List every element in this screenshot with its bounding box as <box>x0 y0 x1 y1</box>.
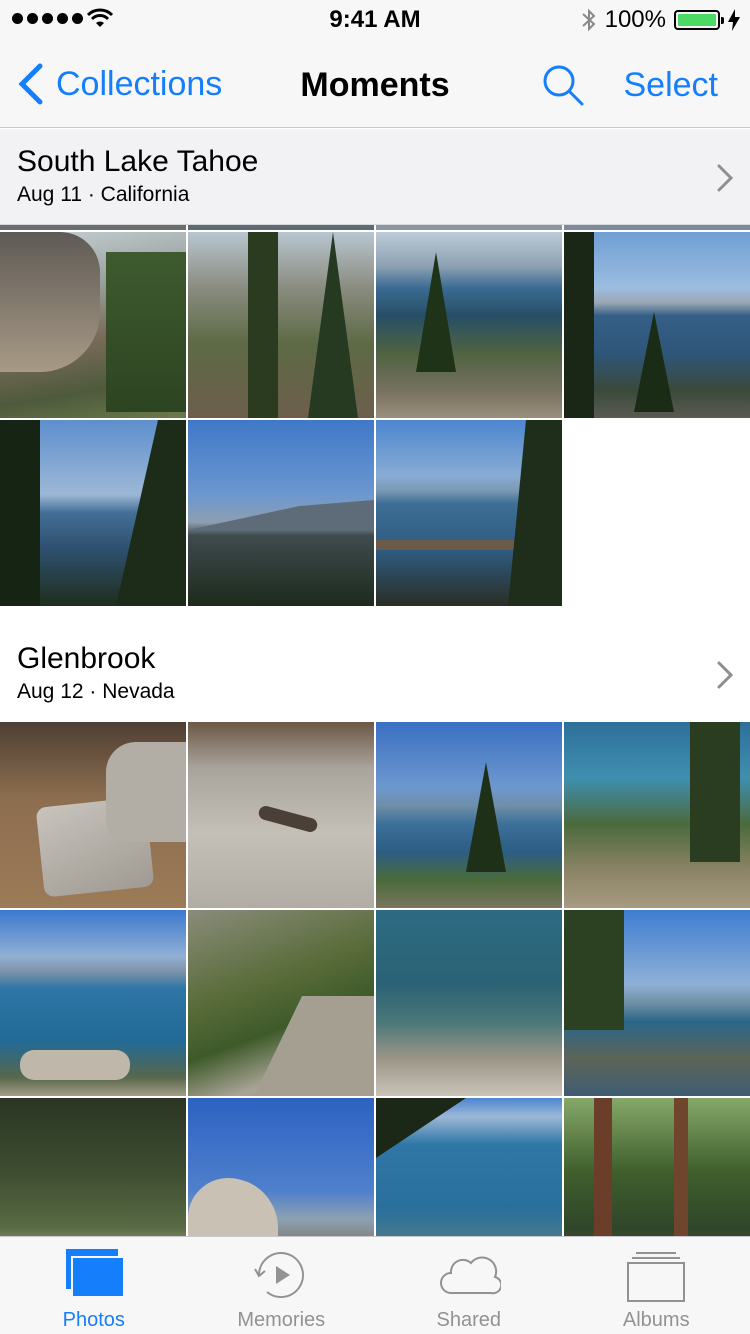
memories-icon <box>254 1252 305 1299</box>
select-button[interactable]: Select <box>624 66 719 105</box>
photo-thumbnail[interactable] <box>0 420 186 606</box>
battery-percent: 100% <box>604 6 666 33</box>
photo-thumbnail[interactable] <box>376 232 562 418</box>
section-title: South Lake Tahoe <box>17 145 259 178</box>
photo-thumbnail[interactable] <box>188 420 374 606</box>
tab-label: Photos <box>62 1309 125 1331</box>
previous-row-strip <box>0 225 750 230</box>
tab-bar: Photos Memories Shared Albums <box>0 1236 750 1334</box>
photo-thumbnail[interactable] <box>376 420 562 606</box>
tab-memories[interactable]: Memories <box>188 1237 376 1334</box>
tab-label: Memories <box>237 1309 326 1331</box>
back-button[interactable]: Collections <box>16 62 222 106</box>
photo-thumbnail[interactable] <box>564 722 750 908</box>
status-bar: 9:41 AM 100% <box>0 0 750 40</box>
photo-thumbnail[interactable] <box>0 232 186 418</box>
section-header-south-lake-tahoe[interactable]: South Lake Tahoe Aug 11 · California <box>0 129 750 225</box>
photo-thumbnail[interactable] <box>376 910 562 1096</box>
section-header-glenbrook[interactable]: Glenbrook Aug 12 · Nevada <box>0 626 750 722</box>
tab-shared[interactable]: Shared <box>375 1237 563 1334</box>
photo-thumbnail[interactable] <box>188 910 374 1096</box>
photo-thumbnail[interactable] <box>376 722 562 908</box>
tab-label: Albums <box>622 1309 690 1331</box>
section-title: Glenbrook <box>17 642 156 675</box>
nav-bar: Collections Moments Select <box>0 40 750 128</box>
charging-icon <box>728 9 740 31</box>
photo-thumbnail[interactable] <box>0 910 186 1096</box>
tab-albums[interactable]: Albums <box>563 1237 750 1334</box>
search-icon[interactable] <box>540 62 586 108</box>
photo-grid-south-lake-tahoe <box>0 232 750 606</box>
photos-icon <box>65 1249 125 1298</box>
bluetooth-icon <box>581 8 596 32</box>
chevron-left-icon <box>18 63 43 105</box>
tab-label: Shared <box>436 1309 502 1331</box>
chevron-right-icon <box>717 661 734 689</box>
albums-icon <box>627 1252 686 1302</box>
photo-thumbnail[interactable] <box>564 232 750 418</box>
photo-thumbnail[interactable] <box>188 722 374 908</box>
photo-thumbnail[interactable] <box>0 722 186 908</box>
section-subtitle: Aug 12 · Nevada <box>17 680 175 703</box>
chevron-right-icon <box>717 164 734 192</box>
back-button-label: Collections <box>56 64 223 103</box>
tab-photos[interactable]: Photos <box>0 1237 188 1334</box>
section-subtitle: Aug 11 · California <box>17 183 190 206</box>
photo-thumbnail[interactable] <box>188 232 374 418</box>
photo-grid-glenbrook <box>0 722 750 1284</box>
battery-icon <box>674 10 724 30</box>
photo-thumbnail[interactable] <box>564 910 750 1096</box>
cloud-icon <box>439 1256 501 1295</box>
